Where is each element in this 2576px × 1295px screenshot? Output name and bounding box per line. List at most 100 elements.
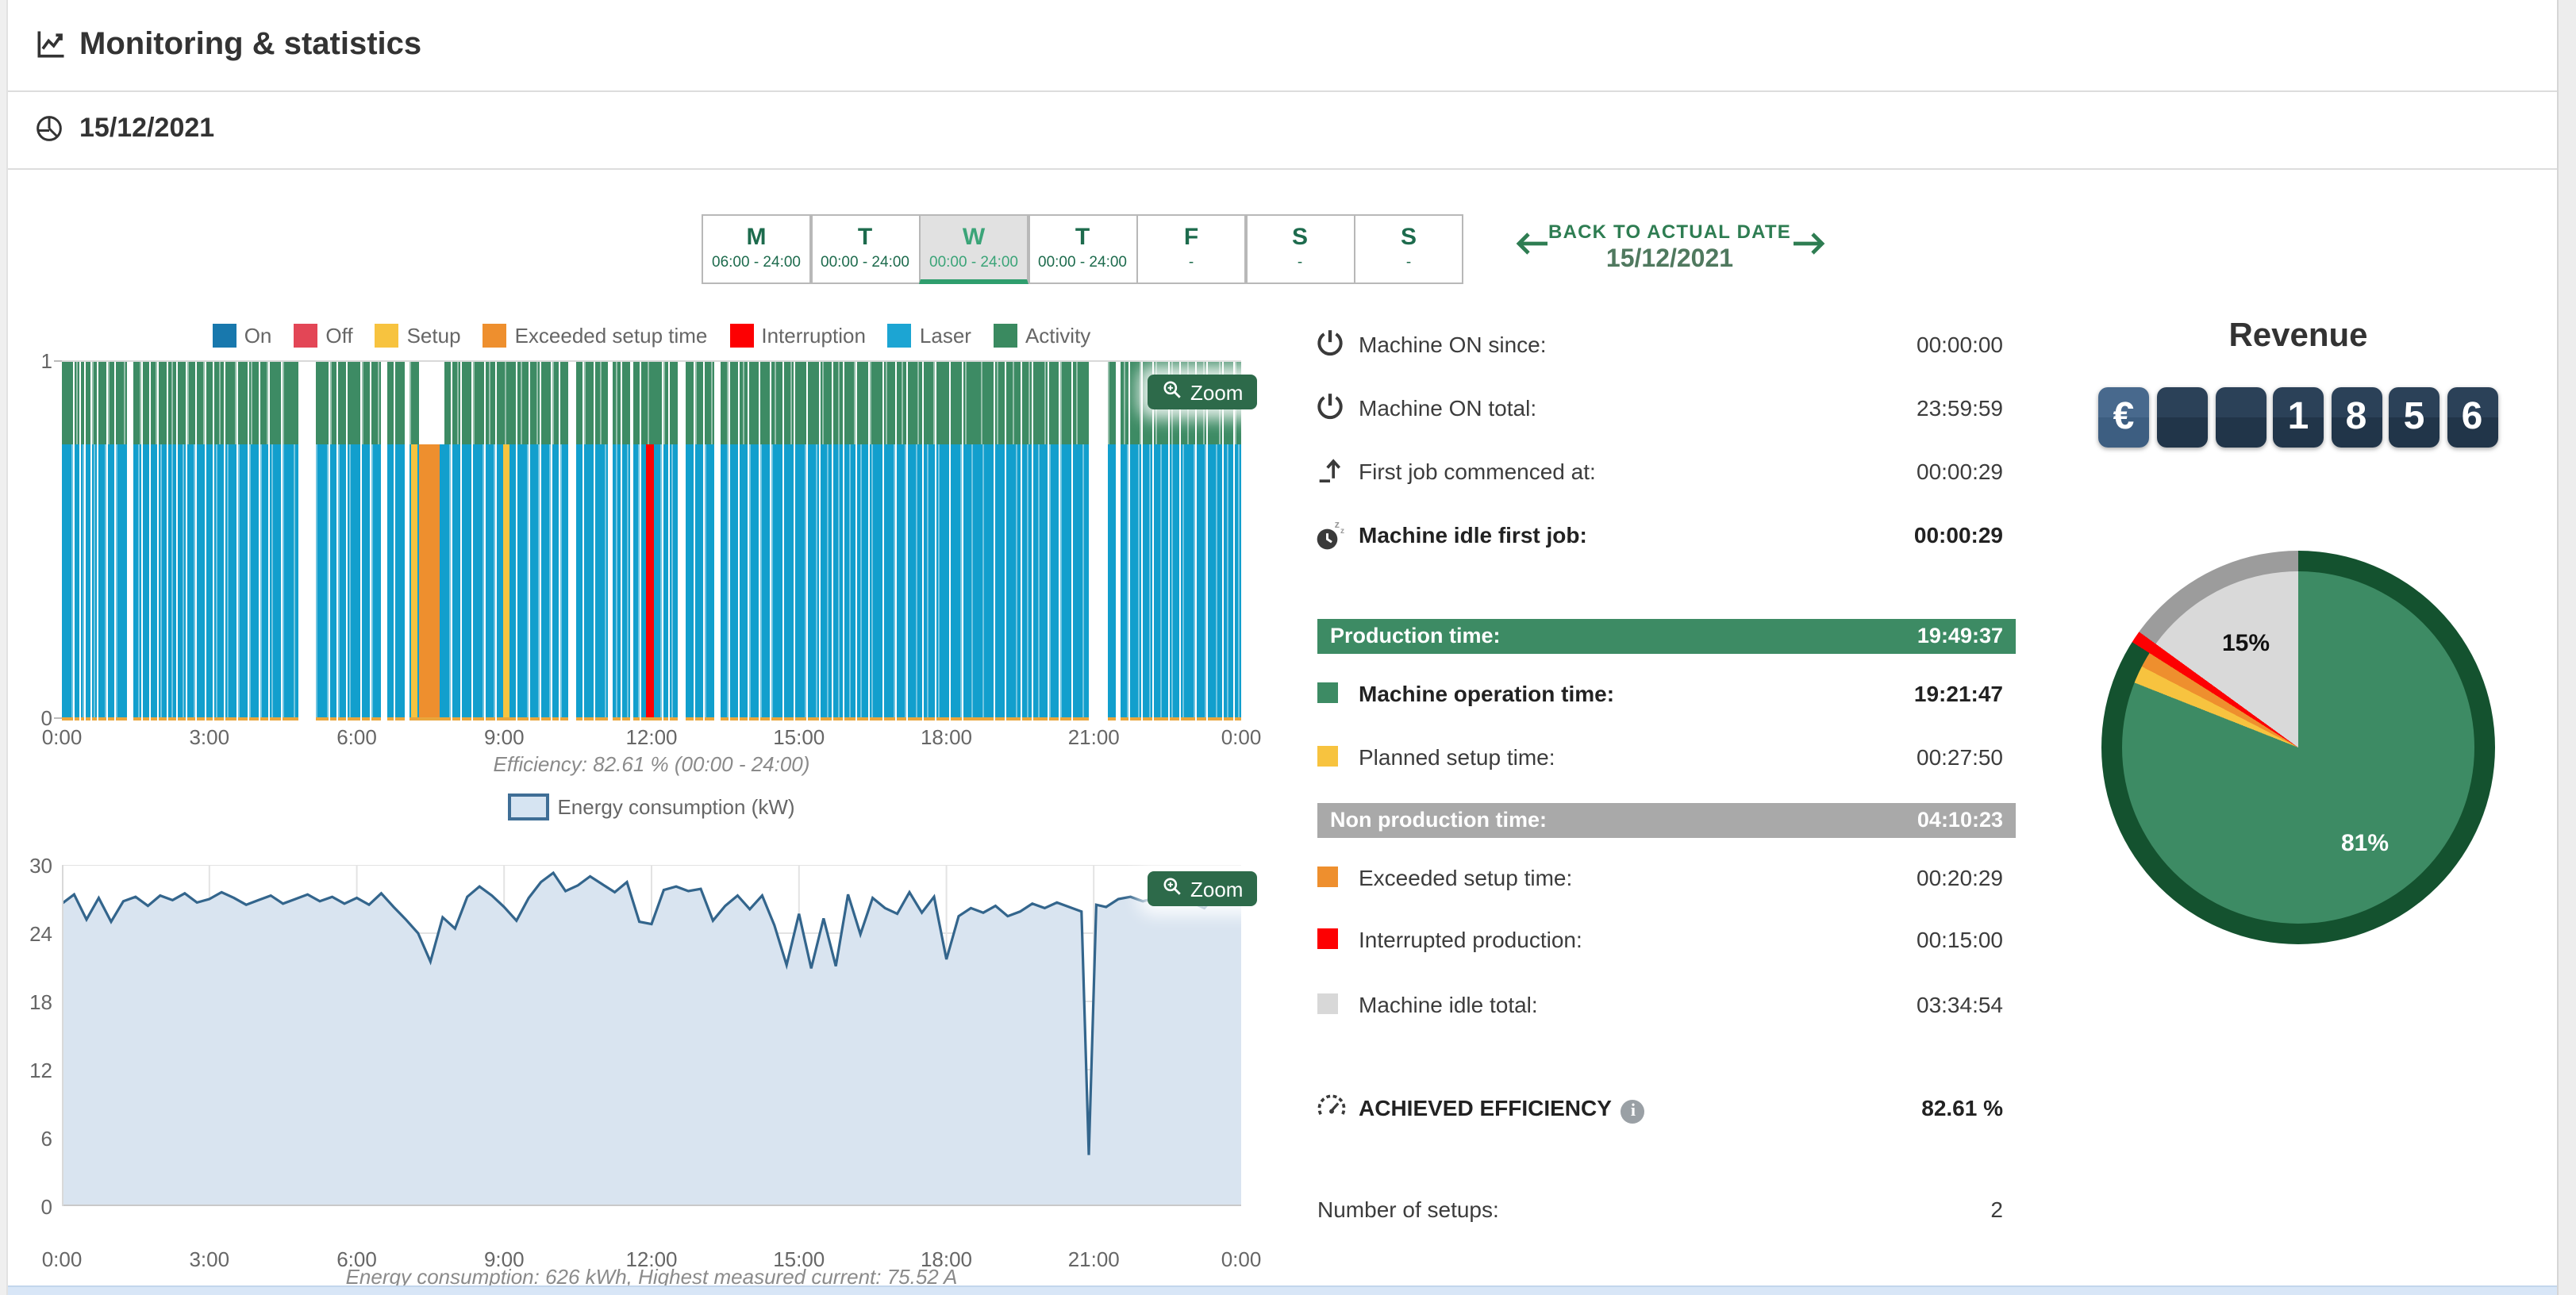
legend-swatch: [483, 324, 507, 348]
stat-label: Number of setups:: [1317, 1197, 1499, 1222]
weekday-hours: -: [1355, 254, 1462, 271]
idle-gap-thin: [329, 362, 330, 721]
idle-gap-thin: [450, 362, 452, 721]
energy-consumption-plot[interactable]: [62, 865, 1241, 1206]
efficiency-caption: Efficiency: 82.61 % (00:00 - 24:00): [62, 752, 1241, 776]
idle-gap-thin: [540, 362, 541, 721]
back-to-actual-date-button[interactable]: BACK TO ACTUAL DATE: [1543, 221, 1797, 243]
stat-row-achieved-efficiency: ACHIEVED EFFICIENCYi82.61 %: [1317, 1090, 2016, 1132]
energy-area-chart-svg: [62, 865, 1241, 1206]
idle-gap-thin: [484, 362, 486, 721]
legend-swatch: [888, 324, 912, 348]
idle-gap-thin: [759, 362, 760, 721]
energy-y-tick: 30: [5, 854, 52, 878]
energy-legend-swatch: [508, 794, 549, 820]
timeline-legend: OnOffSetupExceeded setup timeInterruptio…: [62, 324, 1241, 348]
energy-y-tick: 6: [5, 1127, 52, 1151]
idle-gap-thin: [949, 362, 951, 721]
idle-gap-thin: [907, 362, 909, 721]
weekday-cell-T-1[interactable]: T00:00 - 24:00: [810, 214, 920, 284]
legend-label: Setup: [407, 324, 461, 348]
timeline-segment-interruption: [647, 444, 654, 717]
svg-text:z: z: [1340, 527, 1344, 536]
legend-item-off: Off: [294, 324, 352, 348]
stat-color-swatch: [1317, 746, 1338, 767]
idle-gap-thin: [224, 362, 225, 721]
idle-gap-thin: [461, 362, 463, 721]
weekday-cell-F-4[interactable]: F-: [1136, 214, 1246, 284]
legend-label: On: [244, 324, 272, 348]
stat-row-exceeded-setup-time: Exceeded setup time:00:20:29: [1317, 860, 2016, 901]
idle-gap-thin: [213, 362, 215, 721]
week-day-selector: M06:00 - 24:00T00:00 - 24:00W00:00 - 24:…: [702, 214, 1463, 284]
stat-header-label: Non production time:: [1330, 808, 1547, 832]
timeline-y-max-label: 1: [14, 349, 52, 373]
idle-gap-thin: [631, 362, 632, 721]
weekday-cell-W-2[interactable]: W00:00 - 24:00: [919, 214, 1028, 284]
idle-gap: [714, 362, 721, 721]
weekday-letter: S: [1355, 224, 1462, 251]
machine-status-timeline-plot[interactable]: [62, 360, 1241, 721]
idle-gap-thin: [1128, 362, 1130, 721]
timeline-x-tick: 3:00: [175, 725, 244, 749]
revenue-digit-tile: 1: [2273, 387, 2324, 448]
weekday-letter: S: [1247, 224, 1353, 251]
weekday-cell-S-6[interactable]: S-: [1354, 214, 1463, 284]
stat-label: Exceeded setup time:: [1359, 865, 1572, 890]
stat-value: 00:00:29: [1914, 522, 2003, 548]
idle-gap-thin: [559, 362, 561, 721]
revenue-title: Revenue: [2100, 317, 2497, 355]
weekday-letter: F: [1138, 224, 1244, 251]
stat-row-interrupted-production: Interrupted production:00:15:00: [1317, 922, 2016, 963]
timeline-zoom-button[interactable]: Zoom: [1148, 375, 1257, 409]
stat-label: Machine idle total:: [1359, 992, 1538, 1017]
idle-gap-thin: [114, 362, 116, 721]
horizontal-scrollbar[interactable]: [8, 1285, 2557, 1295]
idle-gap-thin: [694, 362, 695, 721]
vertical-scrollbar-track[interactable]: [2557, 0, 2576, 1295]
idle-gap: [405, 362, 410, 721]
idle-gap: [568, 362, 576, 721]
weekday-hours: 00:00 - 24:00: [812, 254, 918, 271]
weekday-cell-M-0[interactable]: M06:00 - 24:00: [702, 214, 811, 284]
weekday-hours: -: [1247, 254, 1353, 271]
idle-gap-thin: [640, 362, 641, 721]
legend-item-setup: Setup: [375, 324, 461, 348]
stat-row-number-of-setups: Number of setups:2: [1317, 1192, 2016, 1233]
legend-label: Off: [325, 324, 352, 348]
idle-gap-thin: [1167, 362, 1169, 721]
energy-y-tick: 24: [5, 922, 52, 946]
idle-gap-thin: [993, 362, 994, 721]
timeline-baseline: [62, 717, 1241, 721]
first-job-icon: [1314, 454, 1349, 489]
pie-label-idle-percent: 15%: [2201, 630, 2290, 657]
current-date-label: 15/12/2021: [79, 113, 214, 144]
page-title: Monitoring & statistics: [79, 27, 421, 63]
energy-y-tick: 12: [5, 1059, 52, 1082]
idle-gap-thin: [934, 362, 936, 721]
idle-gap-thin: [1005, 362, 1007, 721]
weekday-cell-S-5[interactable]: S-: [1245, 214, 1355, 284]
legend-item-on: On: [213, 324, 272, 348]
svg-text:z: z: [1335, 518, 1340, 530]
legend-item-activity: Activity: [994, 324, 1090, 348]
timeline-x-tick: 15:00: [764, 725, 834, 749]
energy-legend-item: Energy consumption (kW): [508, 794, 794, 820]
energy-zoom-button[interactable]: Zoom: [1148, 871, 1257, 906]
stat-label: Machine operation time:: [1359, 681, 1614, 706]
next-day-arrow-icon[interactable]: [1790, 230, 1828, 265]
idle-gap-thin: [1020, 362, 1021, 721]
idle-gap-thin: [186, 362, 187, 721]
idle-gap-thin: [805, 362, 807, 721]
stat-label: Machine ON since:: [1359, 332, 1547, 357]
idle-gap: [1089, 362, 1108, 721]
weekday-hours: 00:00 - 24:00: [921, 254, 1027, 271]
legend-label: Laser: [920, 324, 971, 348]
weekday-hours: 06:00 - 24:00: [703, 254, 809, 271]
magnifier-icon: [1162, 379, 1182, 405]
energy-y-tick: 18: [5, 990, 52, 1014]
activity-band: [62, 362, 1241, 444]
idle-gap-thin: [1047, 362, 1048, 721]
info-icon[interactable]: i: [1621, 1100, 1645, 1124]
weekday-cell-T-3[interactable]: T00:00 - 24:00: [1028, 214, 1137, 284]
